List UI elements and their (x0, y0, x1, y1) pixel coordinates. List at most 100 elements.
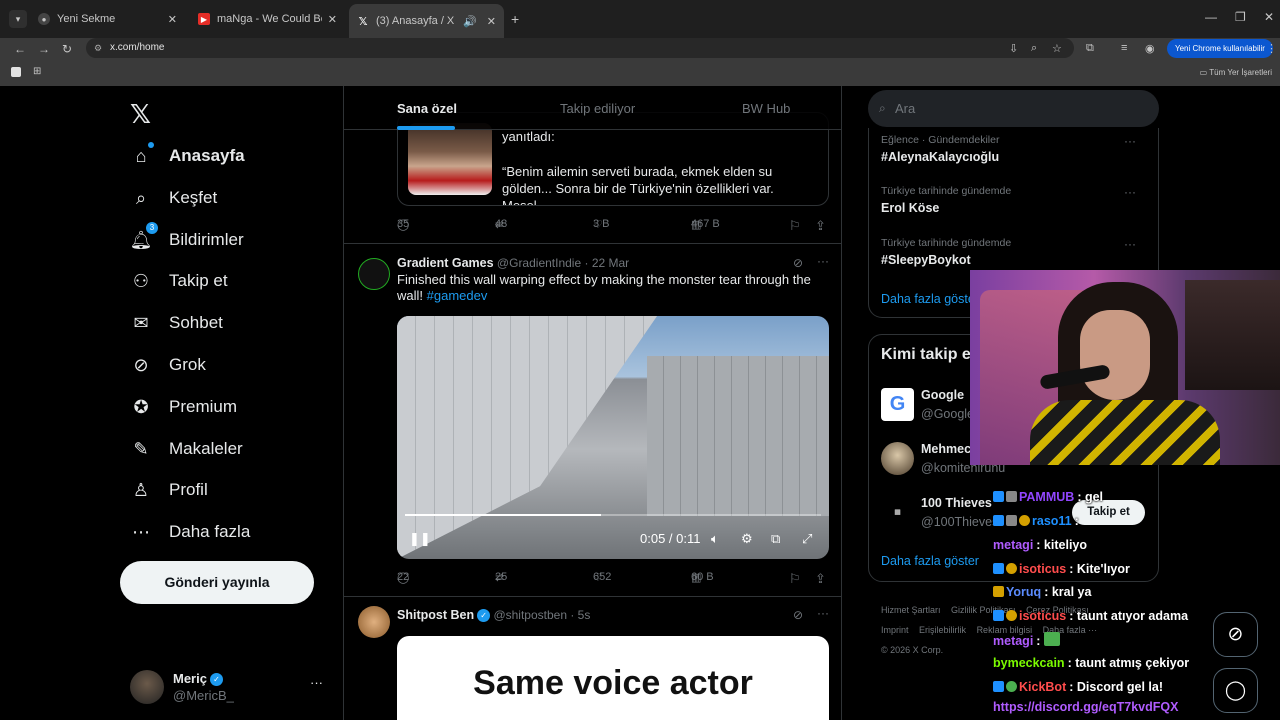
search-input[interactable]: ⌕ Ara (868, 90, 1159, 127)
author-name[interactable]: Gradient Games (397, 256, 494, 270)
messages-fab-icon[interactable]: ◯ (1213, 668, 1258, 713)
nav-grok[interactable]: ⊘ Grok (130, 345, 205, 385)
menu-icon[interactable]: ⋮ (1266, 42, 1277, 55)
video-player[interactable]: ❚❚ 0:05 / 0:11 🔈︎ ⚙ ⧉ ⤢ (397, 316, 829, 559)
url-input[interactable]: ⚙ x.com/home (86, 38, 1074, 58)
all-bookmarks[interactable]: ▭ Tüm Yer İşaretleri (1200, 68, 1272, 77)
show-more-link[interactable]: Daha fazla göster (881, 554, 979, 568)
tab-for-you[interactable]: Sana özel (397, 101, 457, 116)
premium-badge-icon: ✪ (133, 396, 149, 417)
nav-home[interactable]: ⌂ Anasayfa (130, 136, 245, 176)
grok-fab-icon[interactable]: ⊘ (1213, 612, 1258, 657)
avatar[interactable] (358, 606, 390, 638)
chat-message: isoticus: Kite'lıyor (993, 562, 1130, 576)
apps-grid-icon[interactable]: ⊞ (33, 66, 41, 77)
browser-tab-bar: ▾ ● Yeni Sekme ✕ ▶ maNga - We Could Be T… (0, 0, 1280, 38)
minimize-icon[interactable]: — (1205, 10, 1217, 24)
pip-icon[interactable]: ⧉ (771, 531, 780, 547)
notification-badge: 3 (146, 222, 158, 234)
trend-item[interactable]: Eğlence · Gündemdekiler #AleynaKalaycıoğ… (881, 134, 1151, 164)
close-tab-icon[interactable]: ✕ (168, 13, 177, 26)
nav-messages[interactable]: ✉ Sohbet (130, 303, 222, 343)
reload-icon[interactable]: ↻ (62, 42, 72, 56)
extensions-icon[interactable]: ⧉ (1086, 42, 1094, 55)
x-logo-icon[interactable]: 𝕏 (130, 99, 151, 130)
close-tab-icon[interactable]: ✕ (487, 15, 496, 28)
nav-explore[interactable]: ⌕ Keşfet (130, 178, 217, 218)
post-date[interactable]: · 22 Mar (585, 256, 630, 270)
chat-badge-icon (993, 515, 1004, 526)
share-icon[interactable]: ⇪ (815, 571, 826, 587)
post-date[interactable]: · 5s (570, 608, 590, 622)
nav-profile[interactable]: ♙ Profil (130, 470, 208, 510)
account-more-icon[interactable]: ··· (310, 675, 323, 690)
install-icon[interactable]: ⇩ (1009, 42, 1018, 55)
post-more-icon[interactable]: ··· (817, 254, 829, 268)
tab-search-icon[interactable]: ▾ (9, 10, 27, 28)
chrome-update-button[interactable]: Yeni Chrome kullanılabilir (1167, 39, 1273, 58)
browser-tab[interactable]: ▶ maNga - We Could Be The Same ✕ (190, 8, 345, 30)
post-more-icon[interactable]: ··· (817, 606, 829, 620)
grok-icon[interactable]: ⊘ (793, 256, 803, 270)
forward-icon[interactable]: → (38, 42, 50, 56)
discord-link[interactable]: https://discord.gg/eqT7kvdFQX (993, 700, 1178, 714)
fullscreen-icon[interactable]: ⤢ (802, 531, 812, 547)
author-handle[interactable]: @GradientIndie (497, 256, 581, 270)
browser-tab-active[interactable]: 𝕏 (3) Anasayfa / X 🔊 ✕ (349, 4, 504, 38)
nav-more[interactable]: ⋯ Daha fazla (130, 512, 250, 552)
bookmark-icon[interactable]: ⚐ (789, 571, 801, 587)
nav-articles[interactable]: ✎ Makaleler (130, 429, 242, 469)
zoom-icon[interactable]: ⌕ (1031, 42, 1037, 55)
trend-more-icon[interactable]: ··· (1124, 134, 1136, 148)
footer-link[interactable]: Erişilebilirlik (919, 625, 966, 635)
chat-badge-icon (1006, 515, 1017, 526)
show-more-link[interactable]: Daha fazla göster (881, 292, 979, 306)
site-info-icon[interactable]: ⚙ (94, 38, 102, 58)
author-handle[interactable]: @shitpostben (493, 608, 567, 622)
volume-icon[interactable]: 🔈︎ (711, 531, 719, 547)
close-window-icon[interactable]: ✕ (1264, 10, 1274, 24)
post-button[interactable]: Gönderi yayınla (120, 561, 314, 604)
nav-notifications[interactable]: 🔔︎ 3 Bildirimler (130, 220, 244, 260)
grok-icon[interactable]: ⊘ (793, 608, 803, 622)
tab-bw-hub[interactable]: BW Hub (742, 101, 790, 116)
trend-more-icon[interactable]: ··· (1124, 237, 1136, 251)
chat-message: PAMMUB: gel (993, 490, 1103, 504)
media-icon[interactable]: ≡ (1121, 42, 1127, 54)
post-header: Shitpost Ben ✓ @shitpostben · 5s (397, 608, 590, 623)
browser-tab[interactable]: ● Yeni Sekme ✕ (30, 8, 185, 30)
video-progress[interactable] (405, 514, 821, 516)
restore-icon[interactable]: ❐ (1235, 10, 1246, 24)
tab-strip-icon[interactable] (11, 67, 21, 77)
trend-item[interactable]: Türkiye tarihinde gündemde #SleepyBoykot… (881, 237, 1151, 267)
bookmark-icon[interactable]: ⚐ (789, 218, 801, 234)
account-switcher[interactable]: Meriç ✓ @MericB_ ··· (130, 668, 330, 708)
bell-icon: 🔔︎ 3 (130, 222, 158, 251)
footer-link[interactable]: Hizmet Şartları (881, 605, 941, 615)
pause-icon[interactable]: ❚❚ (409, 531, 431, 547)
account-name: Meriç (173, 671, 207, 686)
avatar[interactable] (358, 258, 390, 290)
nav-premium[interactable]: ✪ Premium (130, 387, 237, 427)
verified-icon: ✓ (477, 609, 491, 623)
profile-icon[interactable]: ◉ (1145, 42, 1155, 55)
footer-link[interactable]: Imprint (881, 625, 909, 635)
trend-more-icon[interactable]: ··· (1124, 185, 1136, 199)
trend-item[interactable]: Türkiye tarihinde gündemde Erol Köse ··· (881, 185, 1151, 215)
account-handle: @MericB_ (173, 688, 234, 703)
nav-follow[interactable]: ⚇ Takip et (130, 261, 228, 301)
back-icon[interactable]: ← (14, 42, 26, 56)
close-tab-icon[interactable]: ✕ (328, 13, 337, 26)
author-name[interactable]: Shitpost Ben (397, 608, 474, 622)
hashtag-link[interactable]: #gamedev (427, 288, 488, 303)
chat-message: Yoruq: kral ya (993, 585, 1091, 599)
post-image[interactable]: Same voice actor (397, 636, 829, 720)
settings-gear-icon[interactable]: ⚙ (741, 531, 753, 547)
new-tab-button[interactable]: + (511, 11, 519, 27)
bookmark-star-icon[interactable]: ☆ (1052, 42, 1062, 55)
tab-following[interactable]: Takip ediliyor (560, 101, 635, 116)
post-text: Finished this wall warping effect by mak… (397, 272, 811, 303)
chat-badge-icon (1006, 491, 1017, 502)
share-icon[interactable]: ⇪ (815, 218, 826, 234)
audio-icon[interactable]: 🔊 (463, 15, 477, 28)
